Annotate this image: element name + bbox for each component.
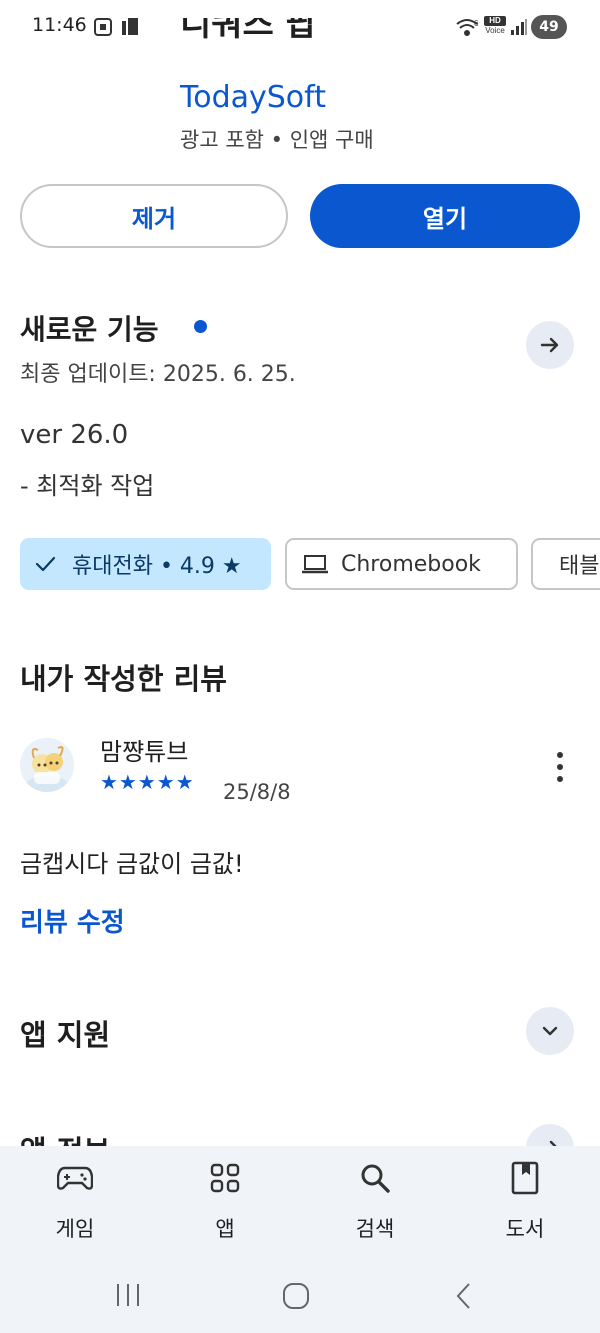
laptop-icon — [302, 555, 328, 574]
nav-apps[interactable]: 앱 — [150, 1146, 300, 1256]
nav-games[interactable]: 게임 — [0, 1146, 150, 1256]
edit-review-link[interactable]: 리뷰 수정 — [20, 902, 125, 939]
book-icon — [511, 1161, 539, 1195]
review-text: 금캡시다 금값이 금값! — [20, 850, 244, 878]
system-nav-bar — [0, 1256, 600, 1333]
arrow-right-icon — [540, 337, 559, 353]
chevron-down-icon — [542, 1026, 558, 1036]
uninstall-button[interactable]: 제거 — [20, 184, 288, 248]
app-support-expand-button[interactable] — [526, 1007, 574, 1055]
whats-new-title: 새로운 기능 — [20, 313, 159, 346]
whats-new-arrow-button[interactable] — [526, 321, 574, 369]
nav-apps-label: 앱 — [215, 1217, 235, 1241]
signal-icon — [511, 19, 527, 35]
review-date: 25/8/8 — [223, 780, 291, 804]
chip-chromebook-label: Chromebook — [341, 551, 481, 577]
apps-grid-icon — [210, 1163, 240, 1193]
screenshot-icon — [94, 18, 112, 36]
change-note: - 최적화 작업 — [20, 472, 155, 500]
nav-games-label: 게임 — [55, 1217, 95, 1241]
app-info-title-text: 앱 정보 — [20, 1128, 110, 1148]
developer-link[interactable]: TodaySoft — [180, 80, 326, 115]
battery-indicator: 49 — [531, 15, 567, 39]
last-updated: 최종 업데이트: 2025. 6. 25. — [20, 362, 296, 387]
voice-label: Voice — [485, 26, 505, 35]
chip-chromebook[interactable]: Chromebook — [285, 538, 518, 590]
notification-icon — [122, 18, 138, 35]
back-icon[interactable] — [452, 1282, 476, 1310]
star-rating: ★★★★★ — [100, 770, 195, 794]
nav-books-label: 도서 — [505, 1217, 545, 1241]
check-icon — [35, 556, 56, 572]
hd-label: HD — [484, 16, 506, 26]
chip-phone[interactable]: 휴대전화 • 4.9 ★ — [20, 538, 271, 590]
more-vert-icon[interactable] — [548, 750, 572, 784]
wifi-icon: 6 — [456, 19, 479, 36]
avatar — [20, 738, 74, 792]
home-icon[interactable] — [282, 1282, 312, 1310]
svg-text:6: 6 — [474, 19, 479, 28]
bottom-nav: 게임 앱 검색 도서 — [0, 1146, 600, 1256]
nav-books[interactable]: 도서 — [450, 1146, 600, 1256]
search-icon — [361, 1164, 390, 1193]
app-title-text: 디쿼즈 팝 — [180, 18, 317, 44]
new-indicator-dot — [194, 320, 207, 333]
app-info-arrow-button[interactable] — [526, 1124, 574, 1148]
reviewer-name: 맘쨩튜브 — [100, 738, 189, 766]
app-info-title: 앱 정보 — [20, 1128, 110, 1148]
avatar-image — [20, 738, 74, 792]
open-button[interactable]: 열기 — [310, 184, 580, 248]
ad-info: 광고 포함 • 인앱 구매 — [180, 128, 374, 152]
app-title: 디쿼즈 팝 — [180, 18, 317, 66]
nav-search[interactable]: 검색 — [300, 1146, 450, 1256]
chip-tablet[interactable]: 태블릿 — [531, 538, 600, 590]
hd-voice-icon: HD Voice — [484, 16, 506, 38]
my-review-title: 내가 작성한 리뷰 — [20, 662, 227, 696]
chip-tablet-label: 태블릿 — [559, 554, 600, 579]
status-time: 11:46 — [32, 14, 87, 36]
nav-search-label: 검색 — [355, 1217, 395, 1241]
version-text: ver 26.0 — [20, 420, 129, 450]
app-support-title: 앱 지원 — [20, 1018, 111, 1052]
recent-apps-icon[interactable] — [114, 1282, 144, 1308]
gamepad-icon — [57, 1166, 93, 1190]
chip-phone-label: 휴대전화 • 4.9 ★ — [72, 554, 242, 579]
